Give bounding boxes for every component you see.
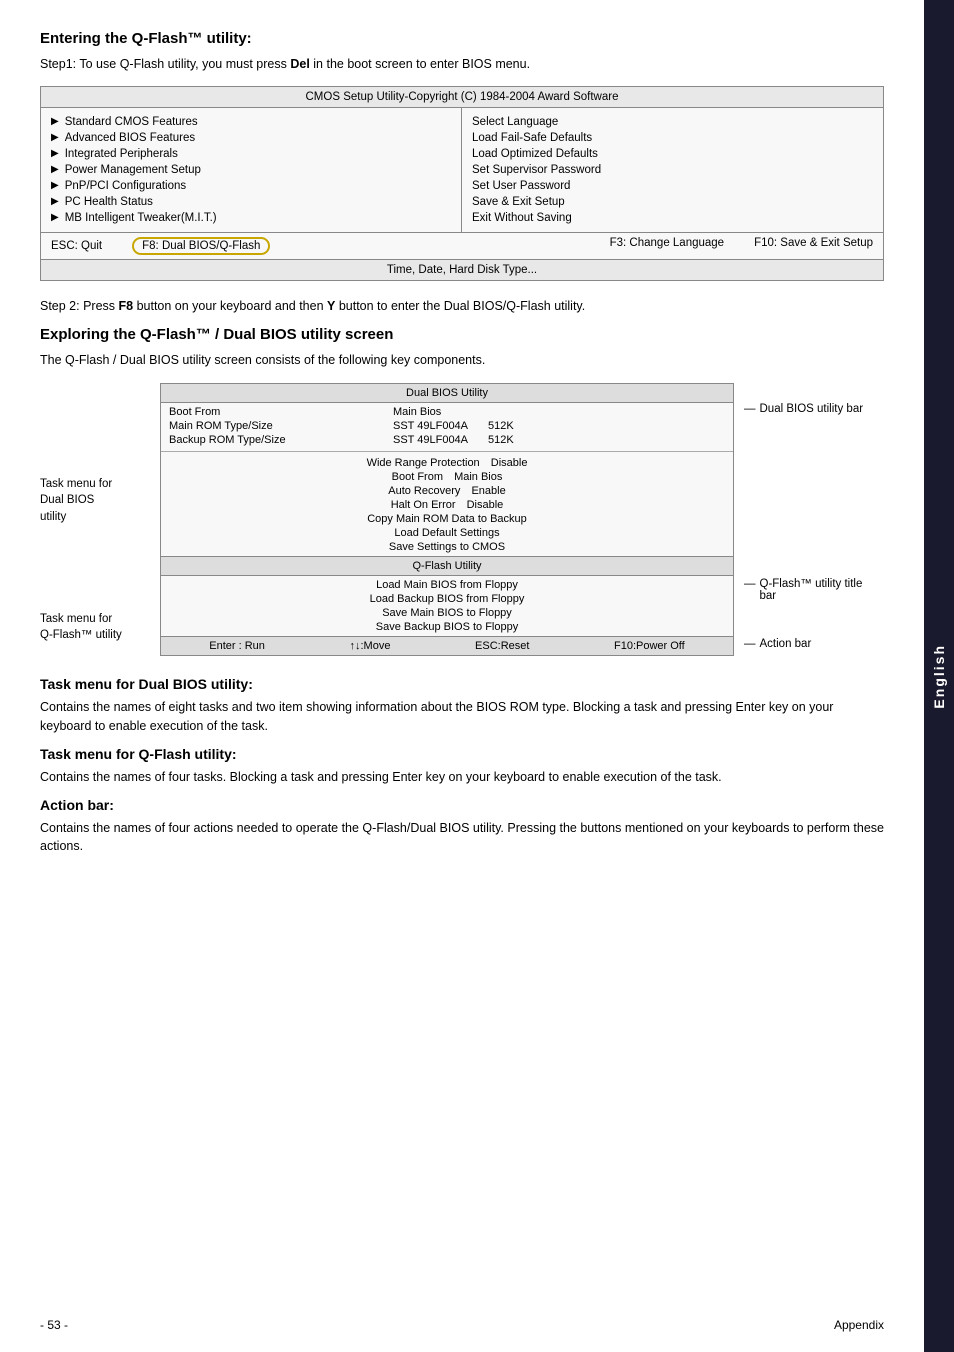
section4-title: Task menu for Q-Flash utility: [40,746,884,762]
bios-right-menu: Select Language Load Fail-Safe Defaults … [462,108,883,232]
bios-item-optimized: Load Optimized Defaults [472,146,873,162]
f8-oval: F8: Dual BIOS/Q-Flash [132,237,270,255]
bios-item-mit: ▶ MB Intelligent Tweaker(M.I.T.) [51,210,451,226]
section2-title: Exploring the Q-Flash™ / Dual BIOS utili… [40,326,884,343]
bios-screen-box: CMOS Setup Utility-Copyright (C) 1984-20… [40,86,884,281]
bios-item-integrated: ▶ Integrated Peripherals [51,146,451,162]
left-labels: Task menu for Dual BIOS utility Task men… [40,383,150,656]
qflash-item-1: Load Backup BIOS from Floppy [169,592,725,606]
right-labels: — Dual BIOS utility bar — Q-Flash™ utili… [744,383,884,656]
bios-item-save-exit: Save & Exit Setup [472,194,873,210]
boot-from2-row: Boot From Main Bios [169,470,725,484]
dual-bios-bar-label: — Dual BIOS utility bar [744,403,884,415]
bios-item-health: ▶ PC Health Status [51,194,451,210]
section3-title: Task menu for Dual BIOS utility: [40,676,884,692]
dual-bios-settings-section: Wide Range Protection Disable Boot From … [161,454,733,556]
dual-bios-box-title: Dual BIOS Utility [161,384,733,403]
arrow-icon: ▶ [51,132,59,143]
auto-recovery-row: Auto Recovery Enable [169,484,725,498]
qflash-item-3: Save Backup BIOS to Floppy [169,620,725,634]
bios-f10: F10: Save & Exit Setup [754,237,873,255]
step2-text: Step 2: Press F8 button on your keyboard… [40,297,884,316]
halt-on-error-row: Halt On Error Disable [169,498,725,512]
arrow-icon: ▶ [51,212,59,223]
qflash-title-bar-label: — Q-Flash™ utility title bar [744,578,884,602]
language-tab-label: English [931,644,947,709]
qflash-item-0: Load Main BIOS from Floppy [169,578,725,592]
arrow-icon: ▶ [51,180,59,191]
action-bar-label: — Action bar [744,638,884,650]
backup-rom-row: Backup ROM Type/Size SST 49LF004A 512K [169,433,725,447]
bios-item-advanced: ▶ Advanced BIOS Features [51,130,451,146]
bios-item-standard: ▶ Standard CMOS Features [51,114,451,130]
bios-left-menu: ▶ Standard CMOS Features ▶ Advanced BIOS… [41,108,462,232]
arrow-icon: ▶ [51,196,59,207]
page-number: - 53 - [40,1318,68,1332]
section3-desc: Contains the names of eight tasks and tw… [40,698,884,736]
bios-f8-highlight: F8: Dual BIOS/Q-Flash [132,237,270,255]
task-menu-qflash-label: Task menu for Q-Flash™ utility [40,611,150,643]
section1-title: Entering the Q-Flash™ utility: [40,30,884,47]
arrow-icon: ▶ [51,116,59,127]
page-label: Appendix [834,1318,884,1332]
bios-screen-title: CMOS Setup Utility-Copyright (C) 1984-20… [41,87,883,108]
section5-desc: Contains the names of four actions neede… [40,819,884,857]
qflash-item-2: Save Main BIOS to Floppy [169,606,725,620]
dual-bios-diagram: Task menu for Dual BIOS utility Task men… [40,383,884,656]
save-settings-row: Save Settings to CMOS [169,540,725,554]
arrow-icon: ▶ [51,164,59,175]
language-tab: English [924,0,954,1352]
load-default-row: Load Default Settings [169,526,725,540]
arrow-icon: ▶ [51,148,59,159]
section2-desc: The Q-Flash / Dual BIOS utility screen c… [40,351,884,370]
boot-from-row: Boot From Main Bios [169,405,725,419]
bios-item-supervisor: Set Supervisor Password [472,162,873,178]
task-menu-dual-label: Task menu for Dual BIOS utility [40,476,150,524]
step1-text: Step1: To use Q-Flash utility, you must … [40,55,884,74]
copy-main-row: Copy Main ROM Data to Backup [169,512,725,526]
section5-title: Action bar: [40,797,884,813]
dual-bios-box-container: Dual BIOS Utility Boot From Main Bios Ma… [160,383,734,656]
main-rom-row: Main ROM Type/Size SST 49LF004A 512K [169,419,725,433]
bios-bottom-bar: ESC: Quit F8: Dual BIOS/Q-Flash F3: Chan… [41,232,883,259]
dual-bios-utility-box: Dual BIOS Utility Boot From Main Bios Ma… [160,383,734,656]
dual-bios-info-section: Boot From Main Bios Main ROM Type/Size S… [161,403,733,449]
bios-esc-quit: ESC: Quit [51,237,102,255]
bios-item-select-lang: Select Language [472,114,873,130]
action-bar: Enter : Run ↑↓:Move ESC:Reset F10:Power … [161,636,733,655]
bios-item-exit-nosave: Exit Without Saving [472,210,873,226]
bios-item-power: ▶ Power Management Setup [51,162,451,178]
bios-item-user-pw: Set User Password [472,178,873,194]
section4-desc: Contains the names of four tasks. Blocki… [40,768,884,787]
bios-item-failsafe: Load Fail-Safe Defaults [472,130,873,146]
bios-f3: F3: Change Language [610,237,724,255]
bios-footer: Time, Date, Hard Disk Type... [41,259,883,280]
qflash-section-title: Q-Flash Utility [161,557,733,576]
qflash-items: Load Main BIOS from Floppy Load Backup B… [161,576,733,636]
page-footer: - 53 - Appendix [0,1318,924,1332]
bios-item-pnp: ▶ PnP/PCI Configurations [51,178,451,194]
qflash-section: Q-Flash Utility Load Main BIOS from Flop… [161,556,733,636]
wide-range-row: Wide Range Protection Disable [169,456,725,470]
